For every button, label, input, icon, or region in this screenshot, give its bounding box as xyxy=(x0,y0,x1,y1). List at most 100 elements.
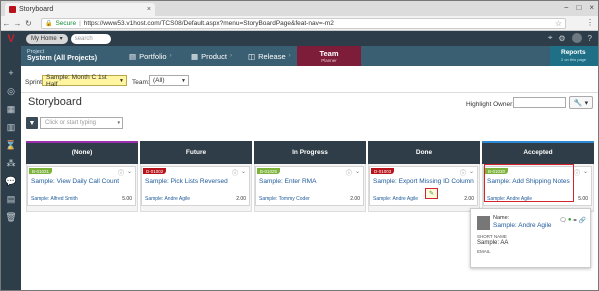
url-text: https://www53.v1host.com/TCS08/Default.a… xyxy=(83,20,334,27)
document-icon[interactable]: ▤ xyxy=(5,194,17,205)
browser-menu-icon[interactable]: ⋮ xyxy=(586,18,594,27)
column-header-none: (None) xyxy=(26,141,138,164)
chevron-down-icon[interactable]: ⌄ xyxy=(583,168,588,177)
help-icon[interactable]: ? xyxy=(588,34,592,43)
card-owner[interactable]: Sample: Tommy Coder xyxy=(259,196,310,202)
minimize-icon[interactable]: − xyxy=(564,3,569,12)
column-accent xyxy=(26,141,138,143)
team-select[interactable]: (All) ▼ xyxy=(149,75,189,86)
reports-label: Reports xyxy=(561,49,586,56)
story-card[interactable]: B-01021 ⓘ ⌄ Sample: View Daily Call Coun… xyxy=(27,166,136,206)
browser-tab[interactable]: Storyboard × xyxy=(5,3,155,16)
column-accent xyxy=(482,141,594,143)
column-accent xyxy=(140,141,252,143)
column-title: Accepted xyxy=(523,149,553,156)
link-icon[interactable]: 🔗 xyxy=(579,217,586,224)
chevron-down-icon: ▾ xyxy=(59,36,63,42)
card-id-badge[interactable]: D-01002 xyxy=(143,168,167,174)
card-owner[interactable]: Sample: Andre Agile xyxy=(373,196,418,202)
browser-tab-bar: Storyboard × − □ × xyxy=(1,1,598,16)
card-controls: ⓘ ⌄ xyxy=(460,168,474,177)
popup-short-name-value: Sample: AA xyxy=(477,240,509,246)
card-owner[interactable]: Sample: Alfred Smith xyxy=(31,196,78,202)
my-home-label: My Home xyxy=(31,35,57,42)
nav-team-label: Team xyxy=(319,49,339,58)
highlight-owner-input[interactable] xyxy=(513,97,566,108)
product-icon: ▦ xyxy=(191,51,199,61)
card-estimate: 2.00 xyxy=(350,196,360,202)
card-id-badge[interactable]: B-01021 xyxy=(29,168,53,174)
add-icon[interactable]: + xyxy=(5,68,17,78)
sprint-select[interactable]: Sample: Month C 1st Half ▼ xyxy=(42,73,127,88)
app-header: V My Home ▾ search ⌖ ⚙ ? xyxy=(1,31,598,46)
story-card[interactable]: B-01025 ⓘ ⌄ Sample: Enter RMA Sample: To… xyxy=(255,166,364,206)
reports-button[interactable]: Reports 2 on this page xyxy=(550,46,598,66)
url-field[interactable]: 🔒 Secure | https://www53.v1host.com/TCS0… xyxy=(41,18,566,29)
header-icons: ⌖ ⚙ ? xyxy=(548,33,592,43)
nav-release[interactable]: ◫ Release › xyxy=(248,46,291,66)
nav-release-label: Release xyxy=(258,51,286,61)
link-icon[interactable]: ⚭ xyxy=(572,217,577,224)
card-title[interactable]: Sample: Export Missing ID Column xyxy=(373,178,474,185)
avatar[interactable] xyxy=(571,33,582,43)
card-title[interactable]: Sample: View Daily Call Count xyxy=(31,178,119,185)
my-home-button[interactable]: My Home ▾ xyxy=(26,33,68,44)
chevron-down-icon[interactable]: ⌄ xyxy=(127,168,132,177)
popup-name-value[interactable]: Sample: Andre Agile xyxy=(493,222,552,229)
gear-icon[interactable]: ⚙ xyxy=(558,34,565,43)
nav-product[interactable]: ▦ Product › xyxy=(191,46,232,66)
sign-off-icon[interactable]: ✎ xyxy=(425,188,438,199)
location-pin-icon[interactable]: ⌖ xyxy=(548,33,553,43)
filter-icon[interactable]: ▼ xyxy=(26,117,38,129)
chevron-down-icon[interactable]: ⌄ xyxy=(355,168,360,177)
card-info-icon[interactable]: ⓘ xyxy=(574,168,580,177)
project-value: System (All Projects) xyxy=(27,55,98,62)
chat-icon[interactable]: 🗨 xyxy=(559,217,567,224)
card-info-icon[interactable]: ⓘ xyxy=(346,168,352,177)
chevron-right-icon: › xyxy=(288,53,291,59)
card-owner[interactable]: Sample: Andre Agile xyxy=(145,196,190,202)
chevron-right-icon: › xyxy=(169,53,172,59)
card-info-icon[interactable]: ⓘ xyxy=(232,168,238,177)
window-controls: − □ × xyxy=(564,3,594,12)
nav-portfolio[interactable]: ▤ Portfolio › xyxy=(129,46,172,66)
card-title[interactable]: Sample: Enter RMA xyxy=(259,178,316,185)
reload-icon[interactable]: ↻ xyxy=(23,19,34,28)
network-icon[interactable]: ⁂ xyxy=(5,158,17,169)
defect-card[interactable]: D-01003 ⓘ ⌄ Sample: Export Missing ID Co… xyxy=(369,166,478,206)
versionone-logo-icon[interactable]: V xyxy=(1,31,21,46)
tab-close-icon[interactable]: × xyxy=(147,6,151,13)
grid-icon[interactable]: ▦ xyxy=(5,104,17,115)
maximize-icon[interactable]: □ xyxy=(576,3,581,12)
card-id-badge[interactable]: B-01025 xyxy=(257,168,281,174)
search-input[interactable]: search xyxy=(70,33,111,44)
card-info-icon[interactable]: ⓘ xyxy=(118,168,124,177)
compass-icon[interactable]: ◎ xyxy=(5,86,17,97)
filter-input[interactable]: Click or start typing ▾ xyxy=(40,117,123,129)
status-icon: ● xyxy=(567,217,572,223)
column-accent xyxy=(254,141,366,143)
trash-icon[interactable]: 🗑 xyxy=(5,212,17,223)
chevron-down-icon: ▾ xyxy=(117,120,120,126)
card-id-badge[interactable]: D-01003 xyxy=(371,168,395,174)
defect-card[interactable]: D-01002 ⓘ ⌄ Sample: Pick Lists Reversed … xyxy=(141,166,250,206)
window-close-icon[interactable]: × xyxy=(589,3,594,12)
chat-icon[interactable]: 💬 xyxy=(5,176,17,187)
owner-avatar xyxy=(477,216,490,230)
wrench-icon: 🔧 xyxy=(573,99,583,107)
left-sidebar: + ◎ ▦ ▥ ⌛ ⁂ 💬 ▤ 🗑 xyxy=(1,46,21,290)
chevron-down-icon[interactable]: ⌄ xyxy=(241,168,246,177)
hourglass-icon[interactable]: ⌛ xyxy=(5,140,17,151)
chevron-down-icon[interactable]: ⌄ xyxy=(469,168,474,177)
card-title[interactable]: Sample: Pick Lists Reversed xyxy=(145,178,228,185)
project-selector[interactable]: Project System (All Projects) xyxy=(27,49,97,62)
settings-wrench-button[interactable]: 🔧 ▾ xyxy=(569,96,593,109)
back-icon[interactable]: ← xyxy=(1,19,12,28)
forward-icon[interactable]: → xyxy=(12,19,23,28)
nav-team[interactable]: Team Planner xyxy=(297,46,361,66)
card-info-icon[interactable]: ⓘ xyxy=(460,168,466,177)
sprint-value: Sample: Month C 1st Half xyxy=(46,73,107,88)
board-icon[interactable]: ▥ xyxy=(5,122,17,133)
card-estimate: 2.00 xyxy=(464,196,474,202)
bookmark-star-icon[interactable]: ☆ xyxy=(555,19,562,28)
